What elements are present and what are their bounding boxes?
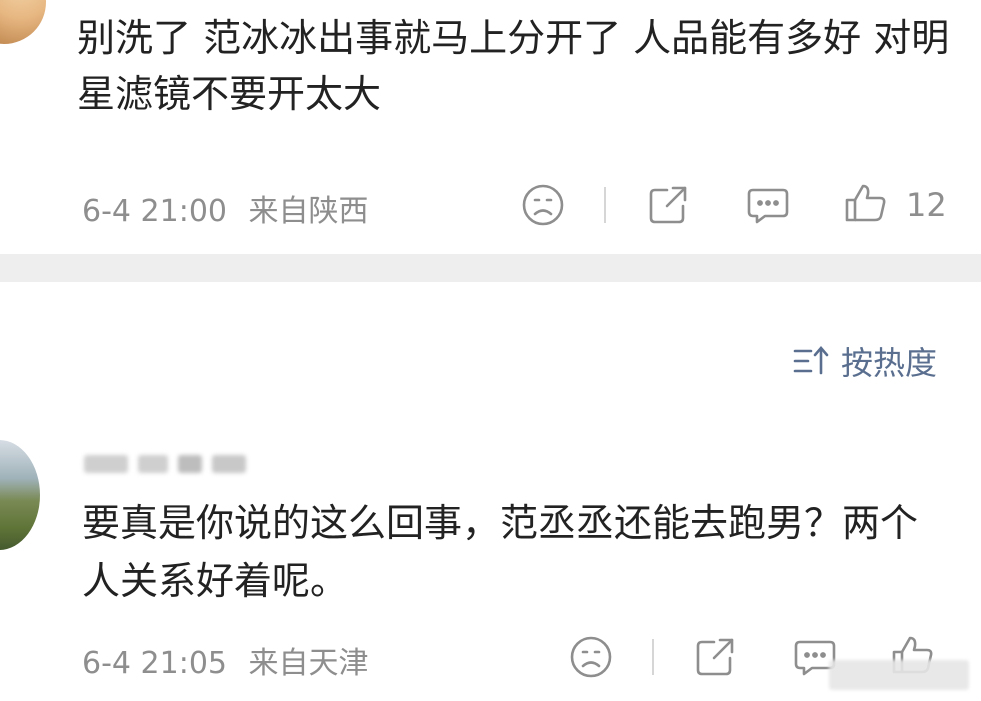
like-count: 12 <box>906 186 947 224</box>
divider <box>652 639 654 675</box>
sort-icon <box>793 343 833 379</box>
comment-time: 6-4 21:00 <box>82 194 227 229</box>
comment-icon[interactable] <box>745 182 791 228</box>
watermark <box>829 660 969 690</box>
avatar[interactable] <box>0 440 40 550</box>
username-blurred <box>84 450 304 478</box>
frown-icon[interactable] <box>520 182 566 228</box>
section-divider <box>0 254 981 282</box>
sort-label: 按热度 <box>840 344 937 382</box>
share-icon[interactable] <box>645 182 691 228</box>
frown-icon[interactable] <box>568 634 614 680</box>
divider <box>604 187 606 223</box>
comment-meta: 6-4 21:05 来自天津 <box>82 638 369 682</box>
avatar[interactable] <box>0 0 46 44</box>
sort-by-hot-button[interactable]: 按热度 <box>793 338 937 384</box>
comment-text: 别洗了 范冰冰出事就马上分开了 人品能有多好 对明星滤镜不要开太大 <box>77 16 950 116</box>
share-icon[interactable] <box>692 634 738 680</box>
comment-meta: 6-4 21:00 来自陕西 <box>82 186 369 230</box>
like-icon[interactable] <box>843 180 889 226</box>
comment-location: 来自天津 <box>248 646 369 681</box>
comment-location: 来自陕西 <box>248 194 369 229</box>
comment-time: 6-4 21:05 <box>82 646 227 681</box>
comment-text: 要真是你说的这么回事，范丞丞还能去跑男？两个人关系好着呢。 <box>82 501 919 603</box>
